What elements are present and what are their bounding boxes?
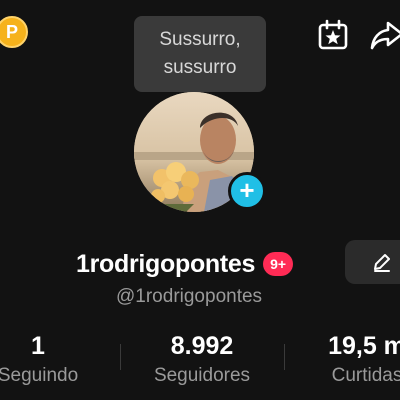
notification-badge[interactable]: 9+ [263, 252, 294, 276]
add-avatar-button[interactable]: + [228, 172, 266, 210]
username-row: 1rodrigopontes 9+ [76, 247, 294, 281]
stat-divider [120, 344, 121, 370]
calendar-star-icon[interactable] [316, 18, 350, 52]
stat-followers[interactable]: 8.992 Seguidores [134, 332, 270, 390]
followers-label: Seguidores [153, 365, 251, 386]
followers-count: 8.992 [170, 332, 234, 360]
following-label: Seguindo [0, 365, 79, 386]
pencil-icon [374, 254, 390, 272]
stat-likes[interactable]: 19,5 m Curtidas [304, 332, 400, 390]
username: 1rodrigopontes [76, 249, 256, 278]
likes-label: Curtidas [331, 365, 400, 386]
points-badge[interactable]: P [0, 16, 28, 48]
profile-handle: @1rodrigopontes [116, 286, 263, 307]
tooltip-line-1: Sussurro, [159, 29, 241, 50]
stat-divider [284, 344, 285, 370]
share-arrow-icon[interactable] [370, 18, 400, 52]
edit-profile-button[interactable] [345, 240, 400, 284]
tooltip-line-2: sussurro [163, 57, 237, 78]
avatar-container: + [134, 92, 270, 212]
plus-icon: + [239, 175, 255, 205]
tooltip: Sussurro, sussurro [134, 16, 266, 92]
stat-following[interactable]: 1 Seguindo [0, 332, 96, 390]
likes-count: 19,5 m [328, 332, 400, 360]
following-count: 1 [31, 332, 45, 360]
points-badge-label: P [5, 21, 18, 42]
